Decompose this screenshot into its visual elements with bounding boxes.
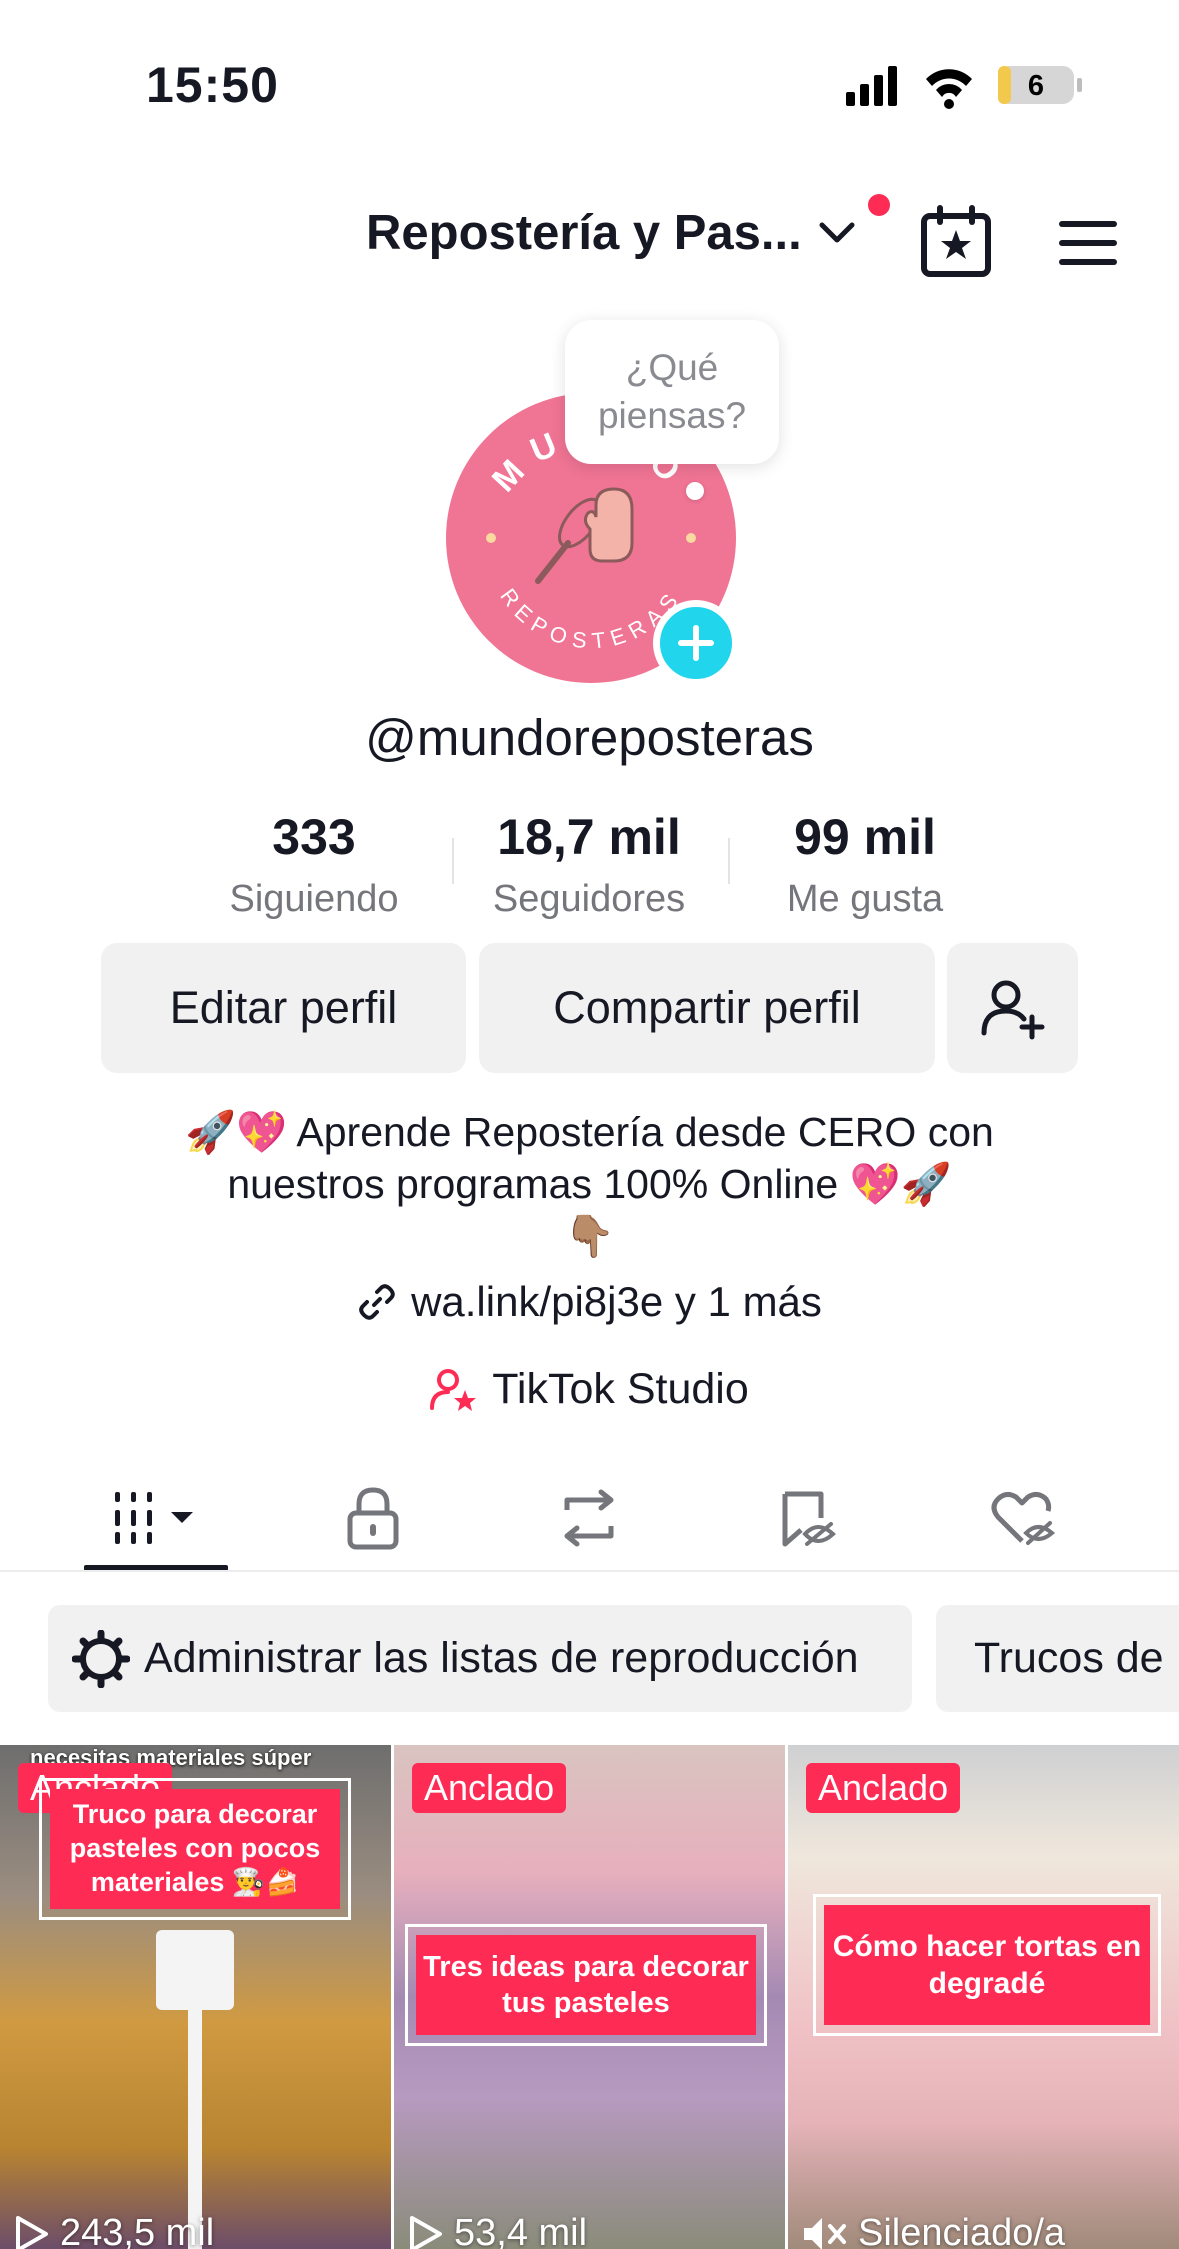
manage-playlists-chip[interactable]: Administrar las listas de reproducción [48, 1605, 912, 1712]
edit-profile-button[interactable]: Editar perfil [101, 943, 466, 1073]
playlist-chip[interactable]: Trucos de [936, 1605, 1179, 1712]
account-switcher[interactable]: Repostería y Pas... [366, 205, 856, 261]
tiktok-studio-link[interactable]: TikTok Studio [0, 1365, 1179, 1414]
wifi-icon [926, 69, 972, 109]
video-caption: Tres ideas para decorar tus pasteles [405, 1924, 767, 2046]
hamburger-menu-icon[interactable] [1057, 216, 1119, 270]
pinned-badge: Anclado [412, 1763, 567, 1813]
stat-label: Seguidores [492, 878, 686, 920]
status-time: 15:50 [146, 57, 279, 113]
lock-icon [347, 1487, 399, 1550]
battery-level: 6 [1028, 70, 1044, 102]
bio-line: nuestros programas 100% Online 💖🚀 [227, 1161, 952, 1207]
brush-icon [156, 1930, 234, 2249]
play-icon [16, 2215, 48, 2249]
video-caption: Cómo hacer tortas en degradé [813, 1894, 1161, 2036]
tab-reposts[interactable] [516, 1470, 662, 1566]
gear-icon [72, 1629, 130, 1688]
username: @mundoreposteras [365, 709, 814, 766]
stat-value: 18,7 mil [497, 809, 681, 865]
creator-star-icon [430, 1368, 477, 1411]
chip-label: Trucos de [974, 1634, 1164, 1682]
stat-likes[interactable]: 99 mil Me gusta [730, 808, 1000, 921]
video-thumbnail[interactable]: Anclado Cómo hacer tortas en degradé Sil… [788, 1745, 1179, 2249]
tab-favorites[interactable] [734, 1470, 880, 1566]
view-count-text: 53,4 mil [454, 2212, 588, 2249]
video-caption: Truco para decorar pasteles con pocos ma… [39, 1778, 351, 1920]
grid-dropdown-icon [115, 1492, 193, 1544]
add-friends-button[interactable] [947, 943, 1078, 1073]
view-count-text: Silenciado/a [858, 2212, 1066, 2249]
view-count: 53,4 mil [408, 2212, 587, 2249]
video-thumbnail[interactable]: Anclado Tres ideas para decorar tus past… [394, 1745, 785, 2249]
tab-liked[interactable] [950, 1470, 1096, 1566]
stat-followers[interactable]: 18,7 mil Seguidores [454, 808, 724, 921]
stat-label: Me gusta [786, 878, 944, 920]
account-name: Repostería y Pas... [366, 206, 802, 260]
note-bubble-text: ¿Qué piensas? [597, 346, 747, 436]
heart-hidden-icon [991, 1491, 1056, 1545]
view-count-text: 243,5 mil [60, 2212, 215, 2249]
add-avatar-button[interactable] [653, 600, 739, 686]
chip-label: Administrar las listas de reproducción [144, 1634, 859, 1682]
signal-icon [846, 66, 897, 106]
bio-line: 🚀💖 Aprende Repostería desde CERO con [185, 1109, 994, 1155]
bio-line: 👇🏽 [563, 1213, 616, 1259]
tab-private[interactable] [300, 1470, 446, 1566]
bio-link[interactable]: wa.link/pi8j3e y 1 más [0, 1278, 1179, 1326]
note-bubble-tail [686, 482, 704, 500]
view-count: Silenciado/a [802, 2212, 1065, 2249]
video-thumbnail[interactable]: necesitas materiales súper Anclado Truco… [0, 1745, 391, 2249]
view-count: 243,5 mil [14, 2212, 214, 2249]
stat-value: 333 [272, 809, 356, 865]
tiktok-studio-label: TikTok Studio [492, 1365, 749, 1413]
bookmark-hidden-icon [782, 1491, 836, 1547]
stat-value: 99 mil [794, 809, 936, 865]
plus-icon [678, 625, 714, 661]
share-profile-button[interactable]: Compartir perfil [479, 943, 935, 1073]
play-icon [410, 2215, 442, 2249]
bio: 🚀💖 Aprende Repostería desde CERO con nue… [0, 1106, 1179, 1262]
note-bubble[interactable]: ¿Qué piensas? [565, 320, 779, 464]
calendar-star-icon[interactable] [918, 204, 994, 280]
stat-label: Siguiendo [229, 878, 399, 920]
tab-videos[interactable] [83, 1470, 229, 1566]
link-icon [359, 1284, 395, 1320]
repost-icon [564, 1489, 614, 1547]
add-user-icon [981, 980, 1044, 1040]
stat-following[interactable]: 333 Siguiendo [179, 808, 449, 921]
muted-icon [804, 2217, 846, 2249]
bio-link-text: wa.link/pi8j3e y 1 más [411, 1278, 822, 1325]
pinned-badge: Anclado [806, 1763, 961, 1813]
status-icons: 6 [846, 66, 1082, 109]
notification-dot [868, 194, 890, 216]
chevron-down-icon [819, 222, 855, 243]
tabs-divider [0, 1570, 1179, 1572]
